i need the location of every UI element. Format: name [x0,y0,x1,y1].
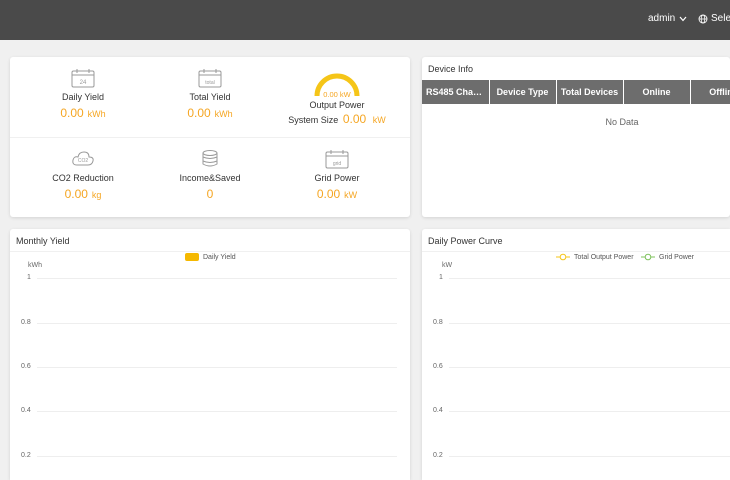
grid-icon-text: grid [333,161,342,167]
language-label: Selec [711,13,730,24]
legend-grid-power[interactable]: Grid Power [641,253,694,261]
legend-label-daily-yield: Daily Yield [203,253,236,261]
daily-yield-value: 0.00 kWh [23,106,143,120]
gridline [37,323,397,324]
daily-yield-unit: kWh [87,109,106,119]
gridline [37,411,397,412]
y-tick-label: 1 [439,274,443,281]
no-data-text: No Data [605,117,639,127]
total-yield-number: 0.00 [187,106,211,120]
output-power-gauge: 0.00 kW [314,73,360,98]
y-tick-label: 0.4 [433,407,443,414]
calendar-icon-text: 24 [80,80,87,86]
total-yield-unit: kWh [214,109,233,119]
co2-reduction-unit: kg [91,190,102,200]
gridline [449,411,730,412]
calendar-icon: 24 [71,69,95,88]
legend-line-grid-power-icon [641,253,655,261]
total-icon-text: total [205,80,214,86]
grid-power-number: 0.00 [316,187,341,201]
column-rs485-channel[interactable]: RS485 Chan... [422,80,490,104]
stats-divider [10,137,410,138]
cloud-co2-icon: CO2 [72,151,94,166]
legend-label-grid-power: Grid Power [659,253,695,261]
output-power-label: Output Power [309,100,365,110]
y-tick-label: 0.6 [433,363,443,370]
co2-reduction-value: 0.00 kg [23,187,143,201]
y-tick-label: 0.6 [21,363,31,370]
income-saved-value: 0 [206,187,214,201]
gridline [449,323,730,324]
legend-label-total-output-power: Total Output Power [574,253,634,261]
monthly-yield-unit: kWh [28,262,42,269]
income-saved-stat: Income&Saved 0 [150,149,270,201]
y-tick-label: 1 [27,274,31,281]
daily-power-curve-title: Daily Power Curve [428,236,503,246]
daily-yield-label: Daily Yield [61,92,105,102]
legend-line-total-output-power-icon [556,253,570,261]
chevron-down-icon [679,16,687,21]
device-info-card: Device Info RS485 Chan... Device Type To… [422,57,730,217]
system-size: System Size 0.00 kW [277,112,397,126]
monthly-yield-card: Monthly Yield Daily Yield kWh 1 0.8 0.6 … [10,229,410,480]
column-device-type[interactable]: Device Type [489,80,557,104]
monthly-yield-title-divider [10,251,410,252]
gridline [37,456,397,457]
column-online[interactable]: Online [623,80,691,104]
grid-power-label: Grid Power [314,173,360,183]
total-calendar-icon: total [198,69,222,88]
gridline [37,367,397,368]
daily-yield-number: 0.00 [60,106,84,120]
grid-power-value: 0.00 kW [277,187,397,201]
gridline [449,278,730,279]
system-size-value: 0.00 [342,112,367,126]
device-info-table: RS485 Chan... Device Type Total Devices … [422,80,730,104]
top-bar: admin Selec [0,0,730,40]
total-yield-label: Total Yield [189,92,231,102]
daily-yield-stat: 24 Daily Yield 0.00 kWh [23,68,143,120]
y-tick-label: 0.2 [21,452,31,459]
grid-icon: grid [325,150,349,169]
device-info-title: Device Info [428,64,474,74]
language-selector[interactable]: Selec [698,13,730,24]
co2-reduction-number: 0.00 [64,187,88,201]
globe-icon [698,14,708,23]
y-tick-label: 0.8 [21,319,31,326]
overview-card: 24 Daily Yield 0.00 kWh total Total Yield… [10,57,410,217]
co2-icon-text: CO2 [78,158,89,164]
device-table-header-row: RS485 Chan... Device Type Total Devices … [422,80,730,104]
output-power-stat: 0.00 kW Output Power System Size 0.00 kW [277,68,397,126]
monthly-yield-legend[interactable]: Daily Yield [185,253,236,261]
legend-swatch-daily-yield [185,253,199,261]
gridline [449,456,730,457]
column-offline[interactable]: Offlin [690,80,730,104]
gridline [449,367,730,368]
daily-power-curve-card: Daily Power Curve Total Output Power Gri… [422,229,730,480]
total-yield-stat: total Total Yield 0.00 kWh [150,68,270,120]
co2-reduction-label: CO2 Reduction [52,173,114,183]
gridline [37,278,397,279]
grid-power-stat: grid Grid Power 0.00 kW [277,149,397,201]
grid-power-unit: kW [344,190,358,200]
legend-total-output-power[interactable]: Total Output Power [556,253,634,261]
system-size-label: System Size [288,115,339,125]
income-saved-label: Income&Saved [179,173,241,183]
total-yield-value: 0.00 kWh [150,106,270,120]
user-menu[interactable]: admin [648,13,687,24]
output-power-gauge-value: 0.00 kW [323,90,351,98]
user-name: admin [648,13,676,24]
co2-reduction-stat: CO2 CO2 Reduction 0.00 kg [23,149,143,201]
system-size-unit: kW [372,115,386,125]
y-tick-label: 0.4 [21,407,31,414]
column-total-devices[interactable]: Total Devices [556,80,624,104]
y-tick-label: 0.2 [433,452,443,459]
monthly-yield-title: Monthly Yield [16,236,70,246]
coins-icon [202,150,218,167]
daily-power-title-divider [422,251,730,252]
daily-power-unit: kW [442,262,453,269]
y-tick-label: 0.8 [433,319,443,326]
